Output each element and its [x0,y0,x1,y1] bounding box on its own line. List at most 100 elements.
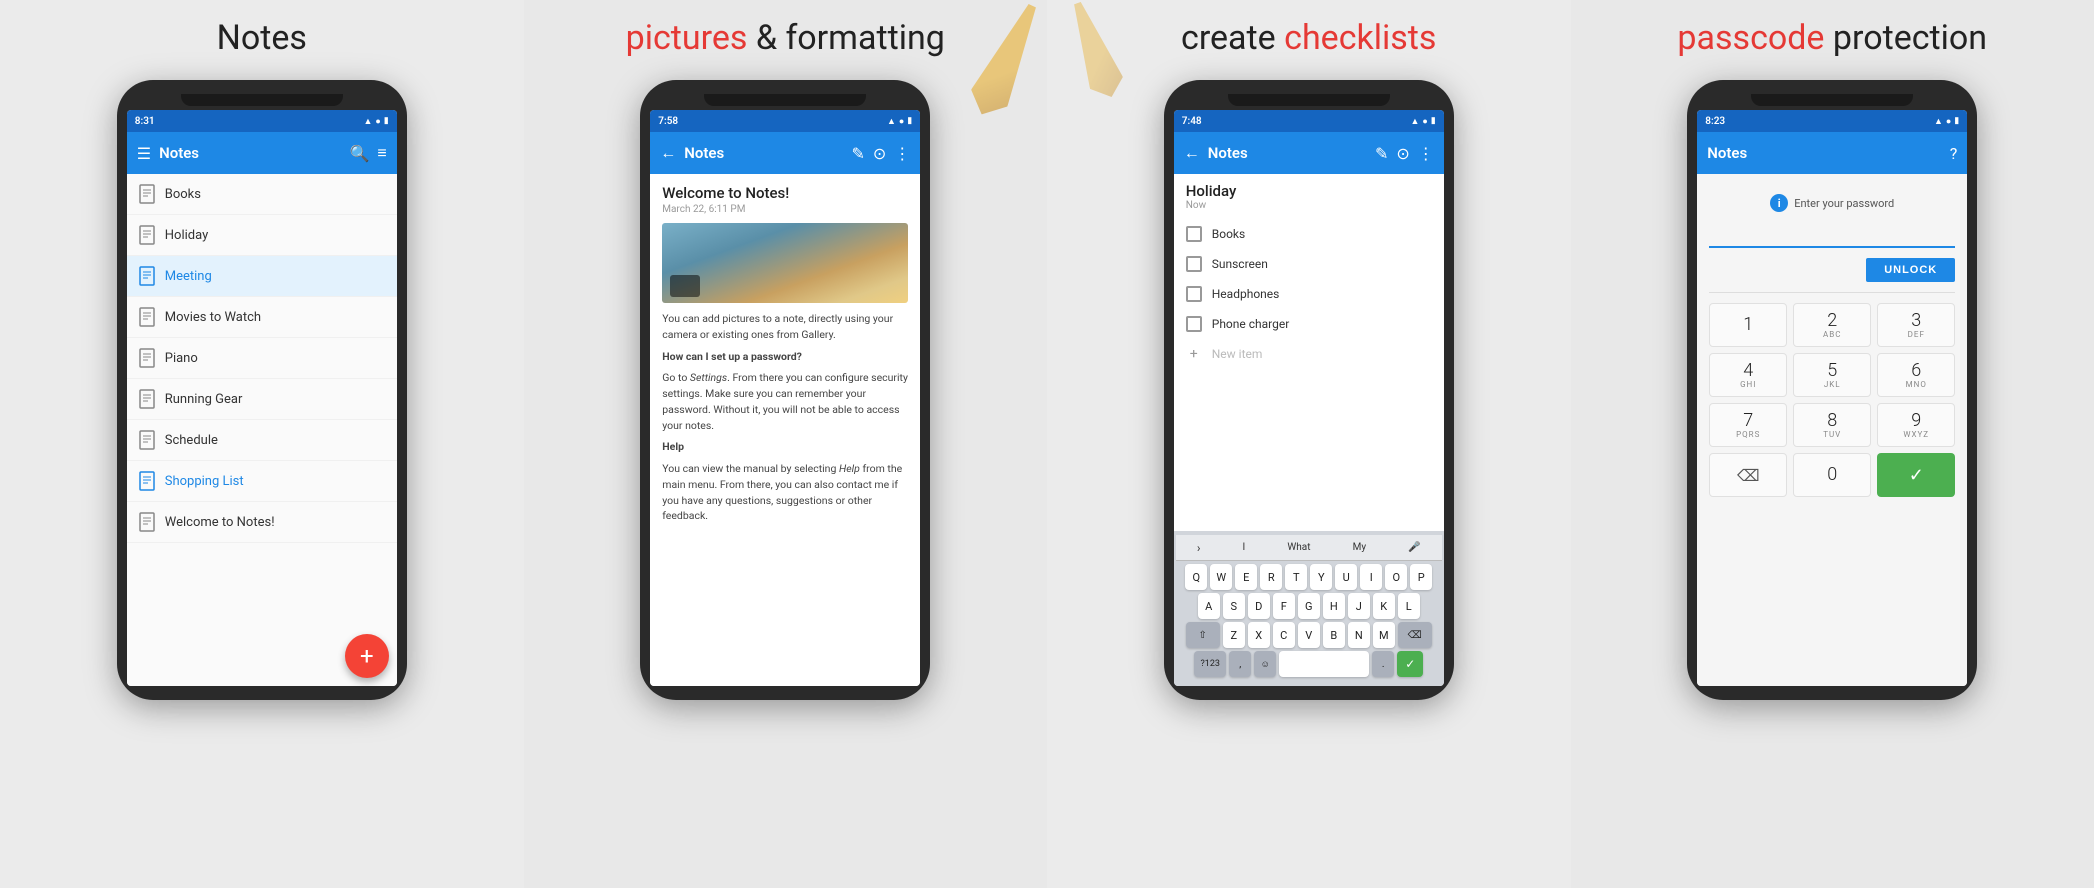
kb-key-l[interactable]: L [1398,593,1420,619]
kb-key-space[interactable] [1279,651,1369,677]
note-item-holiday[interactable]: Holiday [127,215,397,256]
checkbox-phone-charger[interactable] [1186,316,1202,332]
doc-icon-piano [139,348,155,368]
status-bar-4: 8:23 ▲ ● ▮ [1697,110,1967,132]
kb-key-shift[interactable]: ⇧ [1186,622,1220,648]
kb-key-z[interactable]: Z [1223,622,1245,648]
kb-suggest-i[interactable]: I [1243,542,1246,553]
numpad-key-0[interactable]: 0 [1793,453,1871,497]
kb-key-m[interactable]: M [1373,622,1395,648]
kb-suggest-chevron[interactable]: › [1197,541,1201,555]
note-item-movies[interactable]: Movies to Watch [127,297,397,338]
note-label-holiday: Holiday [165,228,208,243]
status-time-4: 8:23 [1705,116,1725,127]
kb-key-comma[interactable]: , [1229,651,1251,677]
checklist-item-headphones[interactable]: Headphones [1174,279,1444,309]
note-item-shopping[interactable]: Shopping List [127,461,397,502]
kb-key-y[interactable]: Y [1310,564,1332,590]
numpad-letters-9: WXYZ [1903,430,1929,439]
kb-suggest-mic[interactable]: 🎤 [1408,542,1420,553]
kb-key-k[interactable]: K [1373,593,1395,619]
search-icon-1[interactable]: 🔍 [349,144,369,163]
kb-key-e[interactable]: E [1235,564,1257,590]
kb-key-i[interactable]: I [1360,564,1382,590]
kb-key-g[interactable]: G [1298,593,1320,619]
note-item-meeting[interactable]: Meeting [127,256,397,297]
note-item-running[interactable]: Running Gear [127,379,397,420]
new-item-plus-icon: + [1186,346,1202,362]
overflow-icon-3[interactable]: ⋮ [1418,144,1434,163]
notes-list: Books Holiday Meeting [127,174,397,686]
new-item-text: New item [1212,347,1263,361]
edit-icon-3[interactable]: ✎ [1375,144,1388,163]
numpad-key-check[interactable]: ✓ [1877,453,1955,497]
checklist-header: Holiday Now [1174,174,1444,215]
numpad-key-4[interactable]: 4 GHI [1709,353,1787,397]
overflow-icon-2[interactable]: ⋮ [894,144,910,163]
checkbox-books[interactable] [1186,226,1202,242]
signal-icon-4: ▲ [1934,116,1943,127]
kb-key-123[interactable]: ?123 [1194,651,1226,677]
kb-key-v[interactable]: V [1298,622,1320,648]
kb-key-j[interactable]: J [1348,593,1370,619]
numpad-key-2[interactable]: 2 ABC [1793,303,1871,347]
checkbox-sunscreen[interactable] [1186,256,1202,272]
kb-key-w[interactable]: W [1210,564,1232,590]
numpad-key-3[interactable]: 3 DEF [1877,303,1955,347]
numpad-key-7[interactable]: 7 PQRS [1709,403,1787,447]
kb-key-emoji[interactable]: ☺ [1254,651,1276,677]
kb-key-a[interactable]: A [1198,593,1220,619]
help-icon-4[interactable]: ? [1950,144,1958,163]
kb-key-u[interactable]: U [1335,564,1357,590]
menu-icon-1[interactable]: ☰ [137,144,151,163]
numpad-key-delete[interactable]: ⌫ [1709,453,1787,497]
note-item-welcome[interactable]: Welcome to Notes! [127,502,397,543]
kb-key-t[interactable]: T [1285,564,1307,590]
numpad-num-6: 6 [1911,362,1921,380]
kb-key-x[interactable]: X [1248,622,1270,648]
new-item-row[interactable]: + New item [1174,339,1444,369]
checklist-item-books[interactable]: Books [1174,219,1444,249]
checklist-item-sunscreen[interactable]: Sunscreen [1174,249,1444,279]
status-time-2: 7:58 [658,116,678,127]
wifi-icon-3: ● [1422,116,1427,127]
note-item-piano[interactable]: Piano [127,338,397,379]
kb-key-s[interactable]: S [1223,593,1245,619]
passcode-input[interactable] [1709,222,1955,248]
note-item-schedule[interactable]: Schedule [127,420,397,461]
kb-key-n[interactable]: N [1348,622,1370,648]
camera-icon-3[interactable]: ⊙ [1396,144,1409,163]
kb-suggest-what[interactable]: What [1287,542,1310,553]
kb-key-delete[interactable]: ⌫ [1398,622,1432,648]
numpad-key-6[interactable]: 6 MNO [1877,353,1955,397]
note-item-books[interactable]: Books [127,174,397,215]
passcode-info: i Enter your password [1770,194,1894,212]
kb-suggest-my[interactable]: My [1353,542,1366,553]
kb-key-c[interactable]: C [1273,622,1295,648]
unlock-button[interactable]: UNLOCK [1866,258,1955,282]
numpad-key-9[interactable]: 9 WXYZ [1877,403,1955,447]
back-icon-2[interactable]: ← [660,143,676,163]
kb-key-h[interactable]: H [1323,593,1345,619]
kb-key-period[interactable]: . [1372,651,1394,677]
kb-key-enter[interactable]: ✓ [1397,651,1423,677]
fab-add[interactable]: + [345,634,389,678]
kb-key-r[interactable]: R [1260,564,1282,590]
filter-icon-1[interactable]: ≡ [377,143,386,163]
kb-key-d[interactable]: D [1248,593,1270,619]
kb-key-o[interactable]: O [1385,564,1407,590]
kb-key-b[interactable]: B [1323,622,1345,648]
edit-icon-2[interactable]: ✎ [851,144,864,163]
back-icon-3[interactable]: ← [1184,143,1200,163]
numpad-key-5[interactable]: 5 JKL [1793,353,1871,397]
camera-icon-2[interactable]: ⊙ [873,144,886,163]
kb-key-p[interactable]: P [1410,564,1432,590]
checklist-item-phone-charger[interactable]: Phone charger [1174,309,1444,339]
status-icons-4: ▲ ● ▮ [1934,116,1959,127]
checkbox-headphones[interactable] [1186,286,1202,302]
info-icon: i [1770,194,1788,212]
numpad-key-1[interactable]: 1 [1709,303,1787,347]
numpad-key-8[interactable]: 8 TUV [1793,403,1871,447]
kb-key-f[interactable]: F [1273,593,1295,619]
kb-key-q[interactable]: Q [1185,564,1207,590]
